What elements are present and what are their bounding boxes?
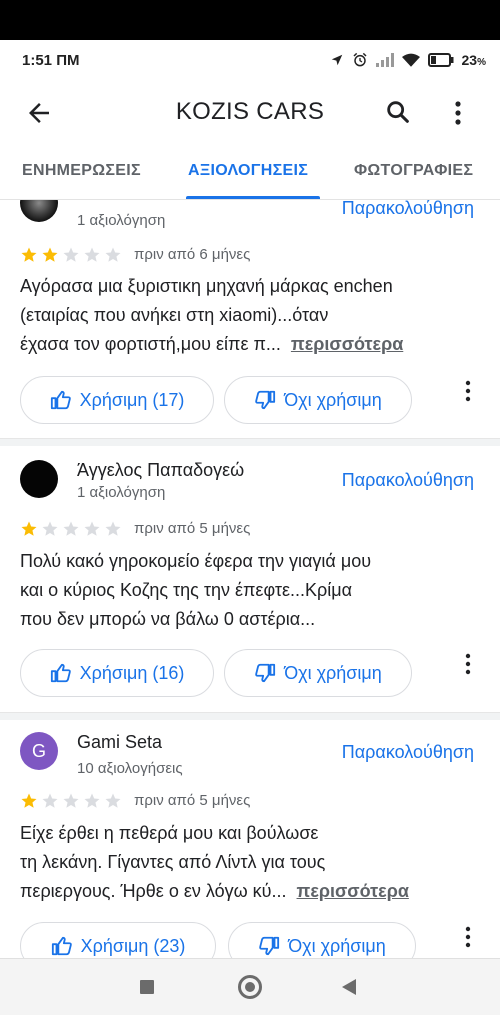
review-text-line: που δεν μπορώ να βάλω 0 αστέρια... xyxy=(20,609,316,629)
review-text-line: έχασα τον φορτιστή,μου είπε π... περισσό… xyxy=(20,330,482,359)
review-item: 1 αξιολόγηση Παρακολούθηση πριν από 6 μή… xyxy=(0,200,500,440)
triangle-back-icon[interactable] xyxy=(342,979,356,995)
avatar[interactable] xyxy=(20,460,58,498)
star-rating xyxy=(20,246,122,264)
review-text-line: Πολύ κακό γηροκομείο έφερα την γιαγιά μο… xyxy=(20,551,372,571)
star-empty-icon xyxy=(84,521,100,536)
thumbs-down-icon xyxy=(255,390,276,410)
battery-value: 23 xyxy=(461,52,478,68)
star-rating xyxy=(20,520,122,538)
review-text-line: (εταιρίας που ανήκει στη xiaomi)...όταν xyxy=(20,305,329,325)
not-helpful-label: Όχι χρήσιμη xyxy=(284,389,382,410)
tab-reviews[interactable]: ΑΞΙΟΛΟΓΗΣΕΙΣ xyxy=(188,162,308,180)
battery-icon xyxy=(427,53,454,67)
star-filled-icon xyxy=(42,247,58,262)
star-empty-icon xyxy=(42,521,58,536)
not-helpful-label: Όχι χρήσιμη xyxy=(288,935,386,956)
square-icon[interactable] xyxy=(140,980,154,994)
review-text-line: και ο κύριος Κοζης της την έπεφτε...Κρίμ… xyxy=(20,580,353,600)
thumbs-up-icon xyxy=(50,390,71,410)
review-text[interactable]: Πολύ κακό γηροκομείο έφερα την γιαγιά μο… xyxy=(20,547,482,634)
more-vert-icon[interactable] xyxy=(464,926,472,948)
review-text-line-content: έχασα τον φορτιστή,μου είπε π... xyxy=(20,334,281,354)
thumbs-down-icon xyxy=(259,936,280,956)
search-icon[interactable] xyxy=(384,98,412,126)
tab-updates[interactable]: ΕΝΗΜΕΡΩΣΕΙΣ xyxy=(22,162,141,180)
divider xyxy=(0,438,500,446)
alarm-icon xyxy=(352,52,367,67)
location-icon xyxy=(331,54,342,66)
follow-button[interactable]: Παρακολούθηση xyxy=(342,470,474,491)
review-time: πριν από 6 μήνες xyxy=(134,246,251,263)
reviewer-name[interactable]: Gami Seta xyxy=(77,732,162,753)
wifi-icon xyxy=(401,53,420,67)
thumbs-up-icon xyxy=(51,936,72,956)
divider xyxy=(0,712,500,720)
top-black-strip xyxy=(0,0,500,40)
star-filled-icon xyxy=(21,521,37,536)
star-empty-icon xyxy=(63,793,79,808)
reviewer-review-count: 10 αξιολογήσεις xyxy=(77,760,183,777)
avatar[interactable] xyxy=(20,200,58,222)
reviewer-review-count: 1 αξιολόγηση xyxy=(77,484,166,501)
thumbs-down-icon xyxy=(255,663,276,683)
star-empty-icon xyxy=(42,793,58,808)
review-time: πριν από 5 μήνες xyxy=(134,520,251,537)
review-item: Άγγελος Παπαδογεώ 1 αξιολόγηση Παρακολού… xyxy=(0,446,500,714)
star-rating xyxy=(20,792,122,810)
review-time: πριν από 5 μήνες xyxy=(134,792,251,809)
circle-home-icon[interactable] xyxy=(238,975,262,999)
more-link[interactable]: περισσότερα xyxy=(297,881,409,901)
star-empty-icon xyxy=(63,521,79,536)
star-empty-icon xyxy=(105,521,121,536)
review-text-line: τη λεκάνη. Γίγαντες από Λίντλ για τους xyxy=(20,852,326,872)
status-time: 1:51 ΠΜ xyxy=(22,52,80,69)
not-helpful-button[interactable]: Όχι χρήσιμη xyxy=(224,376,412,424)
follow-button[interactable]: Παρακολούθηση xyxy=(342,742,474,763)
star-empty-icon xyxy=(63,247,79,262)
thumbs-up-icon xyxy=(50,663,71,683)
active-tab-indicator xyxy=(186,196,320,199)
status-bar: 1:51 ΠΜ 23% xyxy=(0,40,500,80)
helpful-label: Χρήσιμη (23) xyxy=(80,935,186,956)
more-vert-icon[interactable] xyxy=(464,380,472,402)
follow-button[interactable]: Παρακολούθηση xyxy=(342,200,474,219)
helpful-button[interactable]: Χρήσιμη (16) xyxy=(20,649,214,697)
helpful-button[interactable]: Χρήσιμη (17) xyxy=(20,376,214,424)
helpful-button[interactable]: Χρήσιμη (23) xyxy=(20,922,216,958)
helpful-label: Χρήσιμη (16) xyxy=(79,662,185,683)
app-bar: KOZIS CARS xyxy=(0,80,500,144)
more-vert-icon[interactable] xyxy=(446,98,470,128)
review-text-line: Αγόρασα μια ξυριστικη μηχανή μάρκας ench… xyxy=(20,276,393,296)
signal-icon xyxy=(375,53,394,67)
star-empty-icon xyxy=(84,793,100,808)
review-text-line: Είχε έρθει η πεθερά μου και βούλωσε xyxy=(20,823,319,843)
star-empty-icon xyxy=(84,247,100,262)
star-empty-icon xyxy=(105,247,121,262)
page-title: KOZIS CARS xyxy=(175,98,325,125)
star-filled-icon xyxy=(21,793,37,808)
battery-percent: 23% xyxy=(461,52,486,68)
helpful-label: Χρήσιμη (17) xyxy=(79,389,185,410)
review-text-line-content: περιεργους. Ήρθε ο εν λόγω κύ... xyxy=(20,881,287,901)
not-helpful-button[interactable]: Όχι χρήσιμη xyxy=(228,922,416,958)
review-text[interactable]: Αγόρασα μια ξυριστικη μηχανή μάρκας ench… xyxy=(20,272,482,359)
star-empty-icon xyxy=(105,793,121,808)
reviews-list[interactable]: 1 αξιολόγηση Παρακολούθηση πριν από 6 μή… xyxy=(0,200,500,958)
tab-photos[interactable]: ΦΩΤΟΓΡΑΦΙΕΣ xyxy=(354,162,473,180)
reviewer-name[interactable]: Άγγελος Παπαδογεώ xyxy=(77,460,244,481)
system-nav-bar xyxy=(0,958,500,1015)
tab-bar: ΕΝΗΜΕΡΩΣΕΙΣ ΑΞΙΟΛΟΓΗΣΕΙΣ ΦΩΤΟΓΡΑΦΙΕΣ xyxy=(0,144,500,200)
not-helpful-button[interactable]: Όχι χρήσιμη xyxy=(224,649,412,697)
not-helpful-label: Όχι χρήσιμη xyxy=(284,662,382,683)
star-filled-icon xyxy=(21,247,37,262)
review-text[interactable]: Είχε έρθει η πεθερά μου και βούλωσε τη λ… xyxy=(20,819,482,906)
status-icons: 23% xyxy=(330,50,486,70)
avatar[interactable]: G xyxy=(20,732,58,770)
review-text-line: περιεργους. Ήρθε ο εν λόγω κύ... περισσό… xyxy=(20,877,482,906)
reviewer-review-count: 1 αξιολόγηση xyxy=(77,212,166,229)
review-item: G Gami Seta 10 αξιολογήσεις Παρακολούθησ… xyxy=(0,720,500,958)
more-link[interactable]: περισσότερα xyxy=(291,334,403,354)
more-vert-icon[interactable] xyxy=(464,653,472,675)
